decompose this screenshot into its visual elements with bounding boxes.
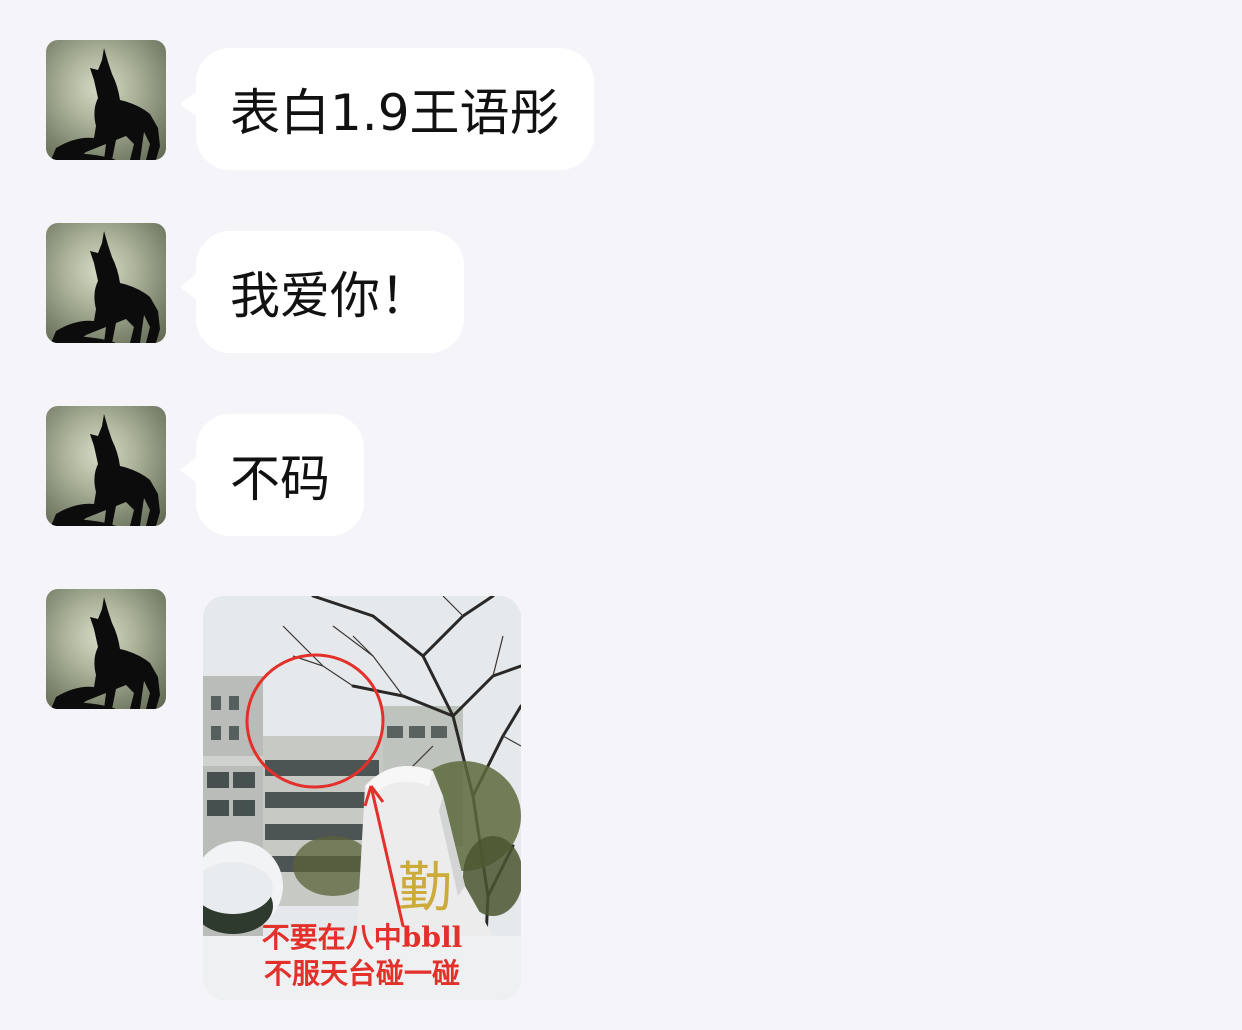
avatar[interactable] xyxy=(46,40,166,160)
howling-wolf-icon xyxy=(46,414,160,526)
message-text: 我爱你！ xyxy=(230,267,430,325)
chat-message-list: 表白1.9王语彤 我爱你！ 不码 勤 不要在八中bbll 不服天台碰一碰 xyxy=(0,0,1242,1030)
message-bubble[interactable]: 我爱你！ xyxy=(180,231,464,353)
message-bubble[interactable]: 不码 xyxy=(180,414,364,536)
image-caption-line: 不服天台碰一碰 xyxy=(263,957,460,990)
howling-wolf-icon xyxy=(46,597,160,709)
message-text: 不码 xyxy=(230,450,330,508)
avatar[interactable] xyxy=(46,589,166,709)
message-text: 表白1.9王语彤 xyxy=(230,84,560,142)
avatar[interactable] xyxy=(46,406,166,526)
message-bubble[interactable]: 表白1.9王语彤 xyxy=(180,48,594,170)
howling-wolf-icon xyxy=(46,48,160,160)
avatar[interactable] xyxy=(46,223,166,343)
image-caption-line: 不要在八中bbll xyxy=(261,921,463,954)
howling-wolf-icon xyxy=(46,231,160,343)
rock-inscription: 勤 xyxy=(398,856,452,919)
